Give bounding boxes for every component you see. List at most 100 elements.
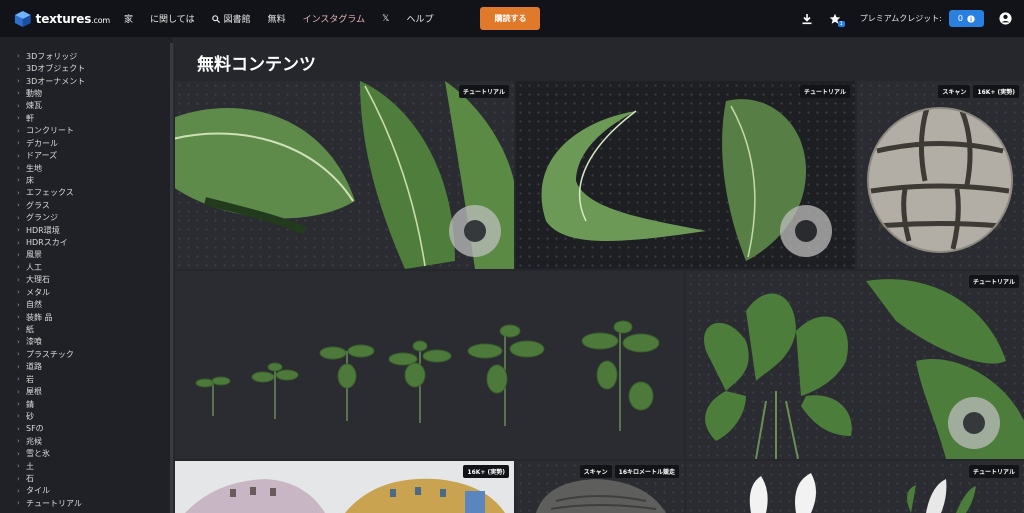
tile-badges: スキャン 16キロメートル競走 [577,465,679,478]
chevron-right-icon: › [17,213,20,222]
sidebar-category-item[interactable]: › 3Dフォリッジ [0,50,173,62]
sidebar-category-item[interactable]: › グラス [0,199,173,211]
material-sphere-image [867,107,1013,253]
sidebar-category-label: 動物 [26,88,42,98]
premium-credit-badge[interactable]: 0 [948,10,984,27]
badge-resolution: 16K+ (実勢) [463,465,509,478]
main-nav: 家 に関しては 図書館 無料 インスタグラム 𝕏 ヘルプ [124,12,450,26]
sidebar-category-label: 3Dオブジェクト [26,64,86,74]
sidebar-category-item[interactable]: › 大理石 [0,274,173,286]
sidebar-category-item[interactable]: › グランジ [0,211,173,223]
nav-library-label: 図書館 [223,15,251,25]
sidebar-category-item[interactable]: › コンクリート [0,125,173,137]
nav-about[interactable]: に関しては [150,12,195,25]
badge-scan: スキャン [938,85,971,98]
page-title: 無料コンテンツ [197,55,316,75]
tile-rock-scan[interactable]: スキャン 16キロメートル競走 [516,461,684,513]
sidebar-category-label: チュートリアル [26,498,82,508]
sidebar-category-item[interactable]: › プラスチック [0,348,173,360]
sidebar-category-label: SFの [26,424,44,434]
tile-plant-growth-sequence[interactable] [175,271,684,459]
sidebar-scrollbar[interactable] [170,43,173,513]
tile-peace-lily-tutorial[interactable]: チュートリアル [686,271,1024,459]
sidebar-category-label: HDR環境 [26,225,60,235]
subscribe-button[interactable]: 購読する [480,7,541,30]
sidebar-category-item[interactable]: › ドアーズ [0,149,173,161]
sidebar-category-item[interactable]: › メタル [0,286,173,298]
chevron-right-icon: › [17,474,20,483]
chevron-right-icon: › [17,362,20,371]
sidebar-category-label: 床 [26,175,34,185]
sidebar-category-label: 兆候 [26,436,42,446]
sidebar-category-item[interactable]: › 砂 [0,410,173,422]
nav-library[interactable]: 図書館 [211,12,251,25]
sidebar-category-item[interactable]: › 3Dオーナメント [0,75,173,87]
sidebar-category-item[interactable]: › SFの [0,423,173,435]
badge-tutorial: チュートリアル [459,85,509,98]
sidebar-category-item[interactable]: › 装飾 品 [0,311,173,323]
chevron-right-icon: › [17,325,20,334]
nav-home[interactable]: 家 [124,12,133,25]
tile-hdr-street[interactable]: 16K+ (実勢) [175,461,514,513]
header-tools: 1 プレミアムクレジット: 0 [786,0,1012,37]
sidebar-category-item[interactable]: › エフェックス [0,187,173,199]
tile-stone-brick-scan[interactable]: スキャン 16K+ (実勢) [857,81,1024,269]
sidebar-category-item[interactable]: › デカール [0,137,173,149]
sidebar-category-item[interactable]: › HDR環境 [0,224,173,236]
badge-tutorial: チュートリアル [800,85,850,98]
sidebar-category-item[interactable]: › タイル [0,485,173,497]
main-content: 無料コンテンツ チュートリアル チュートリアル スキャン 16K+ (実勢) チ… [175,37,1024,513]
sidebar-category-item[interactable]: › 動物 [0,87,173,99]
sidebar-category-label: デカール [26,138,58,148]
sidebar-category-label: 軒 [26,113,34,123]
sidebar-category-item[interactable]: › 屋根 [0,385,173,397]
sidebar-category-item[interactable]: › 道路 [0,361,173,373]
chevron-right-icon: › [17,400,20,409]
sidebar-category-item[interactable]: › チュートリアル [0,497,173,509]
sidebar-category-label: 風景 [26,250,42,260]
sidebar-category-item[interactable]: › HDRスカイ [0,236,173,248]
tile-curled-leaf-tutorial[interactable]: チュートリアル [516,81,855,269]
chevron-right-icon: › [17,176,20,185]
search-icon [211,14,220,23]
category-sidebar: › 3Dフォリッジ › 3Dオブジェクト › 3Dオーナメント › 動物 › 煉瓦 › 軒 › コンクリー… [0,37,174,513]
sidebar-category-label: 漆喰 [26,337,42,347]
sidebar-category-item[interactable]: › 軒 [0,112,173,124]
sidebar-category-item[interactable]: › 兆候 [0,435,173,447]
sidebar-category-item[interactable]: › 漆喰 [0,336,173,348]
tile-badges: スキャン 16K+ (実勢) [935,85,1019,98]
chevron-right-icon: › [17,313,20,322]
nav-help[interactable]: ヘルプ [406,12,433,25]
chevron-right-icon: › [17,151,20,160]
chevron-right-icon: › [17,337,20,346]
sidebar-category-label: 土 [26,461,34,471]
sidebar-category-item[interactable]: › 3Dオブジェクト [0,62,173,74]
chevron-right-icon: › [17,300,20,309]
chevron-right-icon: › [17,424,20,433]
nav-free[interactable]: 無料 [268,12,286,25]
tile-calla-lily-tutorial[interactable]: チュートリアル [686,461,1024,513]
sidebar-category-label: コンクリート [26,126,74,136]
sidebar-category-item[interactable]: › 煉瓦 [0,100,173,112]
sidebar-category-item[interactable]: › 風景 [0,249,173,261]
logo[interactable]: textures.com [14,9,110,29]
favorites-button[interactable]: 1 [828,12,845,27]
sidebar-category-item[interactable]: › 錆 [0,398,173,410]
sidebar-category-item[interactable]: › 床 [0,174,173,186]
sidebar-category-item[interactable]: › 人工 [0,261,173,273]
sidebar-category-label: 3Dオーナメント [26,76,86,86]
sidebar-category-item[interactable]: › 自然 [0,298,173,310]
sidebar-category-item[interactable]: › 石 [0,472,173,484]
sidebar-category-item[interactable]: › 岩 [0,373,173,385]
account-button[interactable] [998,12,1012,26]
sidebar-category-item[interactable]: › 生地 [0,162,173,174]
chevron-right-icon: › [17,449,20,458]
tile-plant-leaves-tutorial[interactable]: チュートリアル [175,81,514,269]
nav-instagram[interactable]: インスタグラム [303,12,366,25]
download-button[interactable] [800,12,814,26]
logo-text: textures.com [35,11,111,26]
sidebar-category-item[interactable]: › 雪と氷 [0,448,173,460]
nav-x-link[interactable]: 𝕏 [382,14,389,24]
sidebar-category-item[interactable]: › 紙 [0,323,173,335]
sidebar-category-item[interactable]: › 土 [0,460,173,472]
